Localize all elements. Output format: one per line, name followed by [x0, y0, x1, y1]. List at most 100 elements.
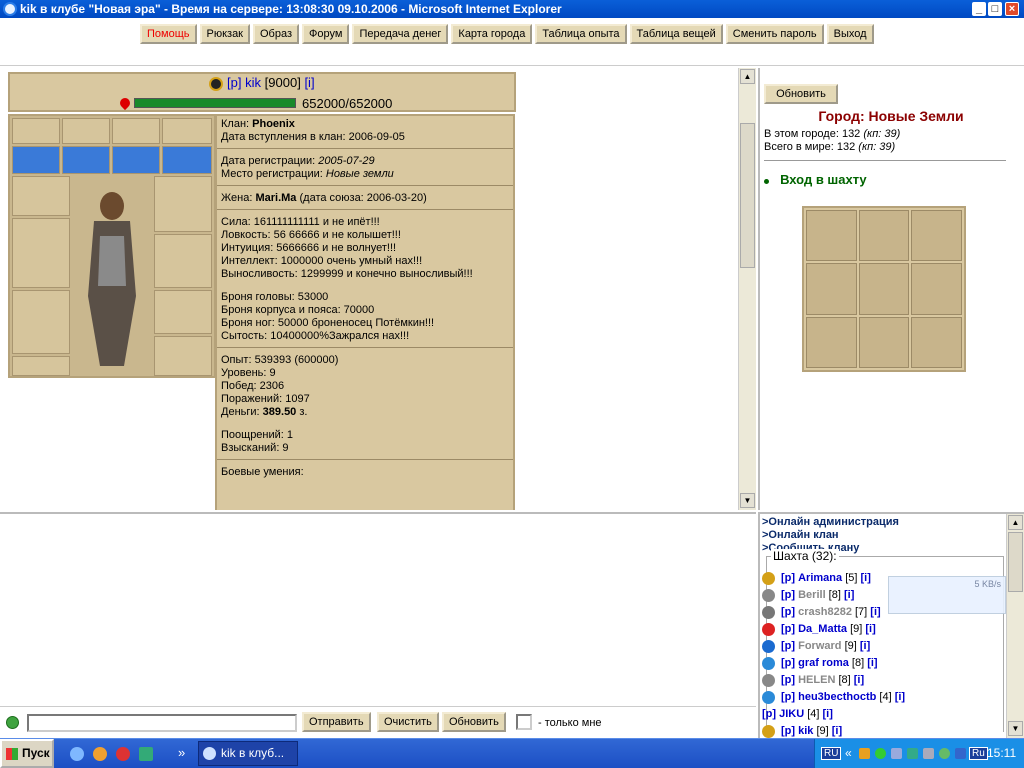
- building-icon[interactable]: [911, 210, 962, 262]
- building-icon[interactable]: [858, 316, 910, 368]
- minimize-button[interactable]: _: [972, 2, 986, 16]
- building-icon[interactable]: [858, 263, 910, 315]
- player-name[interactable]: crash8282: [798, 606, 852, 618]
- mail-quicklaunch-icon[interactable]: [93, 747, 107, 761]
- player-info-link[interactable]: [i]: [823, 708, 833, 720]
- online-scrollbar[interactable]: ▲ ▼: [1006, 514, 1024, 738]
- player-name[interactable]: kik: [798, 725, 813, 737]
- online-link[interactable]: >Онлайн клан: [762, 529, 899, 542]
- tray-icon[interactable]: [907, 748, 918, 759]
- scroll-thumb[interactable]: [740, 123, 755, 268]
- scroll-up-arrow[interactable]: ▲: [740, 69, 755, 84]
- language-indicator[interactable]: RU: [821, 747, 842, 760]
- player-info-link[interactable]: [i]: [865, 623, 875, 635]
- menu-button[interactable]: Форум: [302, 24, 350, 44]
- scroll-thumb[interactable]: [1008, 532, 1023, 592]
- building-icon[interactable]: [911, 316, 962, 368]
- potion-slot[interactable]: [112, 118, 160, 144]
- player-tag[interactable]: [р]: [781, 623, 798, 635]
- player-info-link[interactable]: [i]: [860, 572, 870, 584]
- send-button[interactable]: Отправить: [302, 712, 371, 732]
- close-button[interactable]: ×: [1005, 2, 1019, 16]
- player-tag[interactable]: [р]: [781, 674, 798, 686]
- menu-button[interactable]: Рюкзак: [199, 24, 250, 44]
- player-name[interactable]: Arimana: [798, 572, 842, 584]
- player-tag[interactable]: [р]: [762, 708, 779, 720]
- chat-refresh-button[interactable]: Обновить: [442, 712, 506, 732]
- tray-expand[interactable]: «: [845, 746, 852, 760]
- player-info-link[interactable]: [i]: [870, 606, 880, 618]
- player-tag[interactable]: [р]: [781, 572, 798, 584]
- menu-button[interactable]: Передача денег: [352, 24, 449, 44]
- player-name[interactable]: graf roma: [798, 657, 849, 669]
- clear-button[interactable]: Очистить: [377, 712, 439, 732]
- player-tag[interactable]: [р]: [781, 657, 798, 669]
- player-name[interactable]: heu3becthoctb: [798, 691, 876, 703]
- player-info-link[interactable]: [i]: [844, 589, 854, 601]
- player-name[interactable]: HELEN: [798, 674, 835, 686]
- player-info-link[interactable]: [i]: [867, 657, 877, 669]
- player-name[interactable]: JIKU: [779, 708, 804, 720]
- player-info-link[interactable]: [i]: [854, 674, 864, 686]
- player-info-link[interactable]: [i]: [860, 640, 870, 652]
- character-tag[interactable]: [р]: [227, 75, 241, 90]
- potion-slot[interactable]: [162, 118, 212, 144]
- bow-slot[interactable]: [12, 218, 70, 288]
- ie-quicklaunch-icon[interactable]: [70, 747, 84, 761]
- player-name[interactable]: Berill: [798, 589, 826, 601]
- tray-icon[interactable]: [923, 748, 934, 759]
- taskbar-window-button[interactable]: kik в клуб...: [198, 741, 298, 766]
- player-tag[interactable]: [р]: [781, 725, 798, 737]
- menu-button[interactable]: Выход: [826, 24, 874, 44]
- chat-input[interactable]: [27, 714, 297, 732]
- armor-slot[interactable]: [12, 290, 70, 354]
- player-info-link[interactable]: [i]: [895, 691, 905, 703]
- player-tag[interactable]: [р]: [781, 606, 798, 618]
- menu-button[interactable]: Помощь: [140, 24, 197, 44]
- quicklaunch-more[interactable]: »: [178, 745, 185, 760]
- player-tag[interactable]: [р]: [781, 589, 798, 601]
- maximize-button[interactable]: □: [988, 2, 1002, 16]
- character-frame-scrollbar[interactable]: ▲ ▼: [738, 68, 756, 510]
- tray-icon[interactable]: [891, 748, 902, 759]
- building-icon[interactable]: [806, 316, 857, 368]
- shield-slot[interactable]: [154, 234, 212, 288]
- tray-icon[interactable]: [859, 748, 870, 759]
- boots-slot[interactable]: [154, 336, 212, 376]
- belt-slot[interactable]: [12, 356, 70, 376]
- scroll-down-arrow[interactable]: ▼: [740, 493, 755, 508]
- building-icon[interactable]: [858, 210, 910, 262]
- tray-icon[interactable]: [939, 748, 950, 759]
- ring-slot[interactable]: [12, 118, 60, 144]
- only-me-checkbox[interactable]: [516, 714, 532, 730]
- player-tag[interactable]: [р]: [781, 691, 798, 703]
- menu-button[interactable]: Таблица вещей: [629, 24, 723, 44]
- scroll-slot[interactable]: [162, 146, 212, 174]
- tray-icon[interactable]: [875, 748, 886, 759]
- ring-slot[interactable]: [62, 118, 110, 144]
- start-button[interactable]: Пуск: [0, 739, 54, 768]
- player-name[interactable]: Da_Matta: [798, 623, 847, 635]
- menu-button[interactable]: Образ: [253, 24, 300, 44]
- menu-button[interactable]: Таблица опыта: [535, 24, 627, 44]
- scroll-slot[interactable]: [62, 146, 110, 174]
- scroll-slot[interactable]: [112, 146, 160, 174]
- app-quicklaunch-icon[interactable]: [139, 747, 153, 761]
- gloves-slot[interactable]: [154, 290, 212, 334]
- helmet-slot[interactable]: [154, 176, 212, 232]
- building-icon[interactable]: [911, 263, 962, 315]
- scroll-up-arrow[interactable]: ▲: [1008, 515, 1023, 530]
- smiley-icon[interactable]: [6, 716, 19, 729]
- menu-button[interactable]: Карта города: [451, 24, 533, 44]
- character-name[interactable]: kik: [245, 75, 261, 90]
- language-indicator-2[interactable]: Ru: [969, 747, 988, 760]
- building-icon[interactable]: [806, 263, 857, 315]
- mine-entrance-link[interactable]: Вход в шахту: [780, 172, 867, 187]
- player-quicklaunch-icon[interactable]: [116, 747, 130, 761]
- tray-icon[interactable]: [955, 748, 966, 759]
- player-info-link[interactable]: [i]: [832, 725, 842, 737]
- player-name[interactable]: Forward: [798, 640, 841, 652]
- scroll-down-arrow[interactable]: ▼: [1008, 721, 1023, 736]
- character-info-link[interactable]: [i]: [304, 75, 314, 90]
- scroll-slot[interactable]: [12, 146, 60, 174]
